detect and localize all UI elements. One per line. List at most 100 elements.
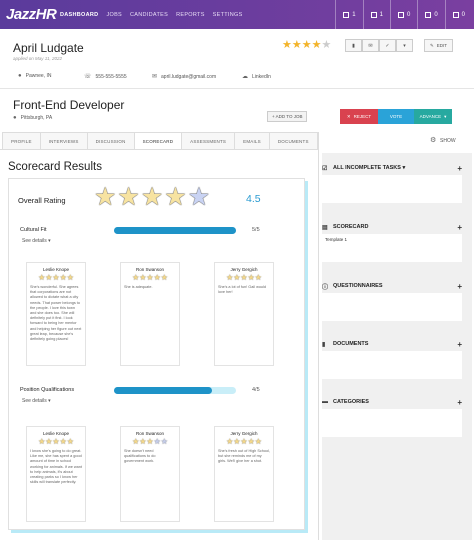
review-card: Jerry Gergich ★ ★ ★ ★ ★ She's fresh out of Hig… <box>214 426 274 522</box>
candidate-name: April Ludgate <box>13 41 84 55</box>
tab-emails[interactable]: EMAILS <box>234 132 270 150</box>
panel-header[interactable]: ▤ SCORECARD + <box>322 220 462 234</box>
nav-counter-3[interactable]: 0 <box>389 0 417 29</box>
review-text: I know she's going to do great. Like me,… <box>30 449 82 485</box>
add-to-job-button[interactable]: + ADD TO JOB <box>267 111 308 122</box>
review-card: Ron Swanson ★ ★ ★ ★ ★ She is adequate. <box>120 262 180 366</box>
see-details-link[interactable]: See details ▾ <box>22 398 51 404</box>
show-toggle[interactable]: SHOW <box>440 138 456 144</box>
star-icon: ★ <box>146 437 154 446</box>
box-icon <box>397 11 404 18</box>
pin-icon: ● <box>13 115 17 121</box>
nav-counter-5[interactable]: 0 <box>444 0 472 29</box>
nav-reports[interactable]: REPORTS <box>176 12 205 18</box>
star-icon: ★ <box>153 437 161 446</box>
star-icon[interactable]: ★ <box>312 39 322 51</box>
chevron-down-icon: ▾ <box>46 398 51 404</box>
add-icon[interactable]: + <box>457 164 462 173</box>
candidate-location: ● Pawnee, IN <box>18 73 52 79</box>
mail-icon[interactable]: ✉ <box>362 39 379 52</box>
review-text: She's wonderful. She agrees that corpora… <box>30 285 82 342</box>
star-icon[interactable]: ★ <box>302 39 312 51</box>
chevron-down-icon[interactable]: ▾ <box>401 165 405 171</box>
nav-counter-2[interactable]: 1 <box>362 0 390 29</box>
reject-button[interactable]: ✕ REJECT <box>340 109 378 124</box>
panel-body <box>322 293 462 321</box>
scorecard-icon: ▤ <box>322 224 328 231</box>
score-bar <box>114 227 236 234</box>
panel-body <box>322 409 462 437</box>
star-icon: ★ <box>59 273 67 282</box>
see-details-label: See details <box>22 398 47 404</box>
nav-settings[interactable]: SETTINGS <box>213 12 243 18</box>
tab-discussion[interactable]: DISCUSSION <box>86 132 135 150</box>
edit-button[interactable]: ✎ EDIT <box>424 39 454 52</box>
add-icon[interactable]: + <box>457 398 462 407</box>
dropdown-icon[interactable]: ▾ <box>396 39 413 52</box>
star-icon: ★ <box>254 437 262 446</box>
check-icon[interactable]: ✓ <box>379 39 396 52</box>
candidate-actions: ▮ ✉ ✓ ▾ <box>345 39 413 52</box>
reviewer-stars: ★ ★ ★ ★ ★ <box>121 437 179 446</box>
add-icon[interactable]: + <box>457 340 462 349</box>
star-icon: ★ <box>254 273 262 282</box>
review-text: She's a lot of fun! Gail would love her! <box>218 285 267 295</box>
star-icon[interactable]: ★ <box>322 39 332 51</box>
email-icon: ✉ <box>152 74 158 80</box>
panel-title: CATEGORIES <box>333 399 369 405</box>
add-icon[interactable]: + <box>457 223 462 232</box>
panel-header[interactable]: ▮ DOCUMENTS + <box>322 337 462 351</box>
candidate-linkedin[interactable]: ☁ LinkedIn <box>242 73 271 81</box>
box-icon <box>370 11 377 18</box>
candidate-rating[interactable]: ★ ★ ★ ★ ★ <box>282 39 331 51</box>
comment-icon[interactable]: ▮ <box>345 39 362 52</box>
star-icon: ★ <box>59 437 67 446</box>
box-icon <box>452 11 459 18</box>
folder-icon: ▬ <box>322 399 328 405</box>
star-icon: ★ <box>140 183 164 211</box>
nav-jobs[interactable]: JOBS <box>106 12 122 18</box>
box-icon <box>425 11 432 18</box>
star-icon[interactable]: ★ <box>292 39 302 51</box>
panel-header[interactable]: ⓘ QUESTIONNAIRES + <box>322 279 462 293</box>
tab-scorecard[interactable]: SCORECARD <box>133 132 183 150</box>
candidate-email[interactable]: ✉ april.ludgate@gmail.com <box>152 73 216 81</box>
reviewer-name: Jerry Gergich <box>230 267 258 272</box>
tab-profile[interactable]: PROFILE <box>2 132 41 150</box>
chevron-down-icon: ▾ <box>46 238 51 244</box>
score-fraction: 4/5 <box>252 387 260 393</box>
panel-header[interactable]: ☑ ALL INCOMPLETE TASKS ▾ + <box>322 161 462 175</box>
sidebar-divider <box>318 132 319 540</box>
section-label: Position Qualifications <box>20 387 75 393</box>
reviewer-name: Jerry Gergich <box>230 431 258 436</box>
panel-body: Template 1 <box>322 234 462 262</box>
nav-counter-1[interactable]: 1 <box>335 0 362 29</box>
top-nav: JazzHR DASHBOARD JOBS CANDIDATES REPORTS… <box>0 0 474 29</box>
tab-assessments[interactable]: ASSESSMENTS <box>181 132 236 150</box>
pin-icon: ● <box>18 73 22 79</box>
candidate-phone[interactable]: ☏ 555-555-5555 <box>84 73 127 81</box>
tab-interviews[interactable]: INTERVIEWS <box>39 132 88 150</box>
star-icon: ★ <box>94 183 117 211</box>
star-icon[interactable]: ★ <box>282 39 292 51</box>
review-text: She's fresh out of High School, but she … <box>218 449 271 464</box>
nav-dashboard[interactable]: DASHBOARD <box>60 12 98 18</box>
add-icon[interactable]: + <box>457 282 462 291</box>
panel-header[interactable]: ▬ CATEGORIES + <box>322 395 462 409</box>
checkbox-icon: ☑ <box>322 165 328 172</box>
review-text: She doesn't need qualifications to do go… <box>124 449 156 464</box>
star-icon: ★ <box>153 273 161 282</box>
job-location: ● Pittsburgh, PA <box>13 115 53 121</box>
nav-counter-4[interactable]: 0 <box>417 0 444 29</box>
jazzhr-logo[interactable]: JazzHR <box>6 6 57 23</box>
nav-candidates[interactable]: CANDIDATES <box>130 12 168 18</box>
star-icon: ★ <box>117 183 140 211</box>
vote-button[interactable]: VOTE <box>378 109 414 124</box>
advance-button[interactable]: ADVANCE ▾ <box>414 109 452 124</box>
sidebar-panel: ▬ CATEGORIES + <box>322 395 462 437</box>
overall-rating-value: 4.5 <box>246 193 261 205</box>
gear-icon[interactable]: ⚙ <box>430 136 436 144</box>
tab-documents[interactable]: DOCUMENTS <box>268 132 318 150</box>
reviewer-name: Ron Swanson <box>135 267 165 272</box>
see-details-link[interactable]: See details ▾ <box>22 238 51 244</box>
